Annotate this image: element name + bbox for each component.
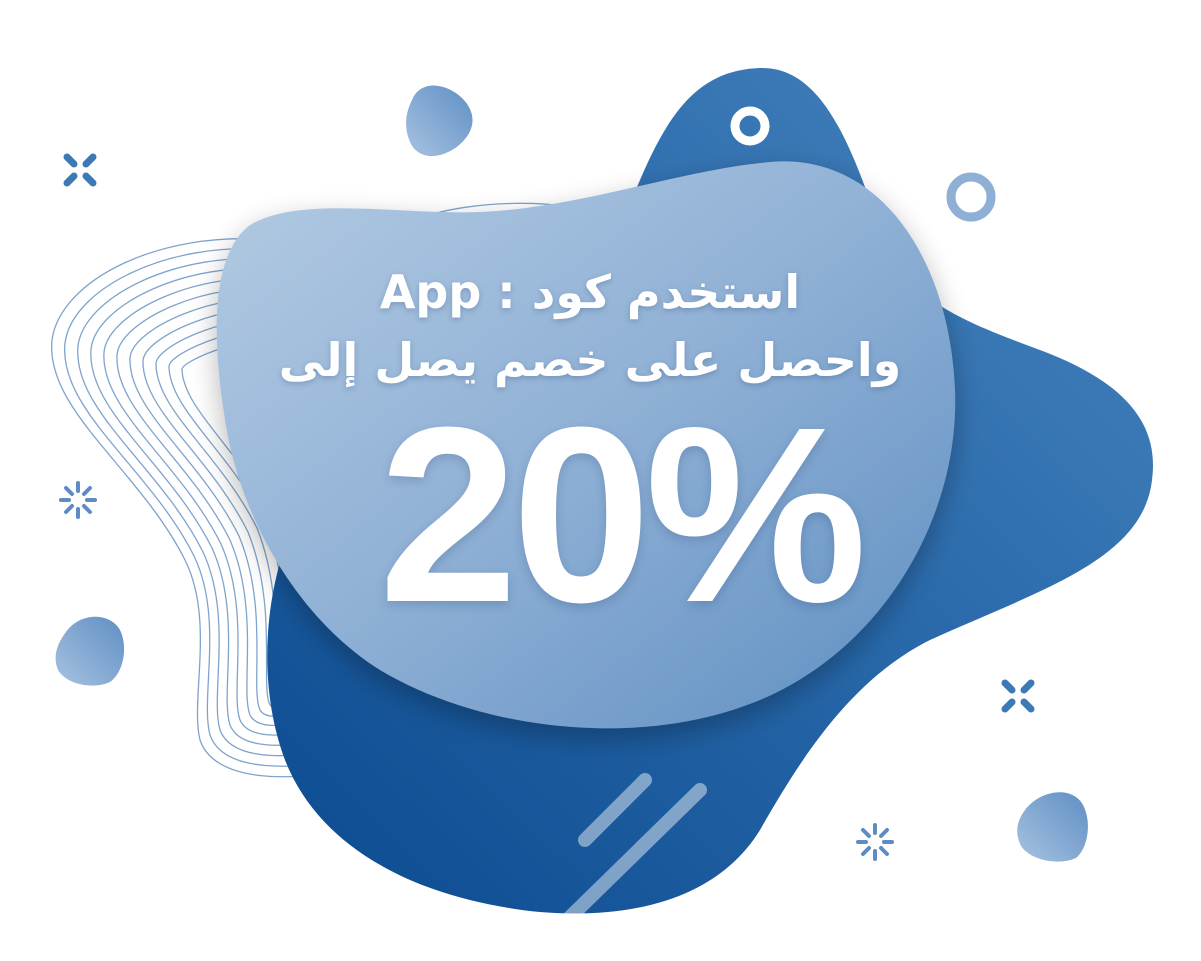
burst-icon	[856, 823, 894, 861]
discount-value: 20%	[378, 375, 867, 654]
burst-icon	[59, 481, 97, 519]
cross-sparkle-icon	[63, 153, 97, 187]
promo-code-line: استخدم كود : App	[379, 265, 801, 319]
pebble-blob-icon	[406, 85, 473, 157]
promo-canvas: استخدم كود : App واحصل على خصم يصل إلى 2…	[0, 0, 1201, 961]
ring-icon	[946, 172, 996, 222]
pebble-blob-icon	[1017, 792, 1088, 862]
pebble-blob-icon	[55, 616, 125, 686]
cross-sparkle-icon	[1001, 679, 1035, 713]
